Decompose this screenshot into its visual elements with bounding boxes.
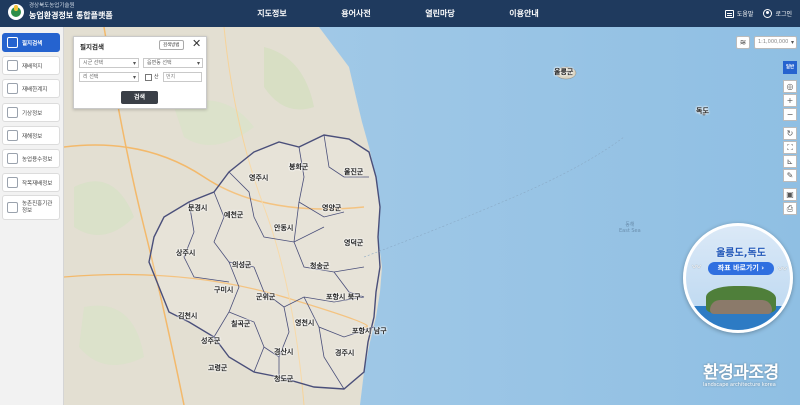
label-ulleung: 울릉군 [554, 68, 574, 76]
mountain-checkbox[interactable] [145, 74, 152, 81]
brand-subtitle: landscape architecture korea [703, 382, 776, 388]
sidebar-item-label: 재배한계지 [22, 86, 48, 93]
water-icon [7, 153, 18, 164]
brand-watermark: 환경과조경 [703, 363, 779, 383]
label-yeongyang: 영양군 [322, 204, 342, 212]
logo-icon [8, 4, 24, 20]
measure-icon[interactable]: ⊾ [783, 155, 797, 168]
sidebar-item-label: 작목재배정보 [22, 180, 53, 187]
ri-select[interactable]: 리 선택 [79, 72, 139, 82]
sidebar-item-limit-land[interactable]: 재배한계지 [2, 79, 60, 98]
print-icon[interactable]: ⎙ [783, 202, 797, 215]
agency-icon [7, 202, 18, 213]
sidebar-item-label: 농업용수정보 [22, 156, 53, 163]
label-sangju: 상주시 [176, 249, 196, 257]
jibun-input[interactable]: 번지 [163, 72, 202, 82]
sidebar-item-label: 필지검색 [22, 40, 43, 47]
target-icon[interactable]: ◎ [783, 80, 797, 93]
sidebar-item-agencies[interactable]: 농촌진흥기관 정보 [2, 195, 60, 220]
zoom-in-icon[interactable]: + [783, 94, 797, 107]
label-pohang-buk: 포항시 북구 [326, 293, 361, 301]
sidebar-item-label: 재배적지 [22, 63, 43, 70]
basemap-toggle[interactable]: 일반 [783, 61, 797, 74]
weather-icon [7, 107, 18, 118]
layers-icon[interactable]: ≋ [736, 36, 750, 49]
crop-icon [7, 177, 18, 188]
coordinate-shortcut-button[interactable]: 좌표 바로가기 › [708, 262, 774, 275]
label-cheongsong: 청송군 [310, 262, 330, 270]
limit-land-icon [7, 83, 18, 94]
label-gunwi: 군위군 [256, 293, 276, 301]
label-mungyeong: 문경시 [188, 204, 208, 212]
label-gimcheon: 김천시 [178, 312, 198, 320]
left-sidebar: 필지검색 재배적지 재배한계지 기상정보 재해정보 농업용수정보 작목재배정보 … [0, 27, 64, 405]
suitable-land-icon [7, 60, 18, 71]
label-uiseong: 의성군 [232, 261, 252, 269]
image-icon[interactable]: ▣ [783, 188, 797, 201]
sea-name-en: East Sea [619, 228, 641, 234]
sidebar-item-label: 기상정보 [22, 110, 43, 117]
logo-subtitle: 경상북도농업기술원 [29, 3, 75, 10]
seagull-icon: 〰 [778, 265, 788, 275]
platform-logo[interactable]: 경상북도농업기술원 농업환경정보 통합플랫폼 [8, 4, 113, 20]
zoom-out-icon[interactable]: − [783, 108, 797, 121]
label-goryeong: 고령군 [208, 364, 228, 372]
main-nav: 지도정보 용어사전 열린마당 이용안내 [230, 0, 566, 27]
label-gyeongsan: 경산시 [274, 348, 294, 356]
fullscreen-icon[interactable]: ⛶ [783, 141, 797, 154]
sidebar-item-label: 재해정보 [22, 133, 43, 140]
parcel-search-panel: 필지검색 검색방법 ✕ 시군 선택 읍면동 선택 리 선택 산 번지 검색 [73, 36, 207, 109]
label-seongju: 성주군 [201, 337, 221, 345]
label-yeongju: 영주시 [249, 174, 269, 182]
seagull-icon: 〰 [692, 263, 702, 273]
sidebar-item-suitable-land[interactable]: 재배적지 [2, 56, 60, 75]
sidebar-item-parcel-search[interactable]: 필지검색 [2, 33, 60, 52]
user-icon [763, 9, 773, 18]
label-cheongdo: 청도군 [274, 375, 294, 383]
help-icon [724, 9, 734, 18]
sidebar-item-crop[interactable]: 작목재배정보 [2, 173, 60, 192]
nav-open-forum[interactable]: 열린마당 [398, 0, 482, 27]
label-yeongcheon: 영천시 [295, 319, 315, 327]
eupmyeondong-select[interactable]: 읍면동 선택 [143, 58, 203, 68]
top-header: 경상북도농업기술원 농업환경정보 통합플랫폼 지도정보 용어사전 열린마당 이용… [0, 0, 800, 27]
draw-icon[interactable]: ✎ [783, 169, 797, 182]
ulleung-dokdo-promo[interactable]: 울릉도,독도 좌표 바로가기 › 〰 〰 [683, 223, 793, 333]
nav-usage-guide[interactable]: 이용안내 [482, 0, 566, 27]
label-yecheon: 예천군 [224, 211, 244, 219]
label-andong: 안동시 [274, 224, 294, 232]
label-uljin: 울진군 [344, 168, 364, 176]
label-dokdo: 독도 [696, 107, 709, 115]
search-guide-button[interactable]: 검색방법 [159, 40, 184, 50]
panel-title: 필지검색 [80, 43, 104, 51]
login-button[interactable]: 로그인 [763, 9, 792, 18]
label-gumi: 구미시 [214, 286, 234, 294]
parcel-search-icon [7, 37, 18, 48]
nav-glossary[interactable]: 용어사전 [314, 0, 398, 27]
label-bonghwa: 봉화군 [289, 163, 309, 171]
logo-title: 농업환경정보 통합플랫폼 [29, 10, 113, 20]
help-label: 도움말 [736, 11, 754, 18]
sidebar-item-label: 농촌진흥기관 정보 [22, 200, 53, 214]
nav-map-info[interactable]: 지도정보 [230, 0, 314, 27]
label-gyeongju: 경주시 [335, 349, 355, 357]
refresh-icon[interactable]: ↻ [783, 127, 797, 140]
login-label: 로그인 [775, 11, 792, 18]
sidebar-item-weather[interactable]: 기상정보 [2, 103, 60, 122]
promo-title: 울릉도,독도 [716, 248, 766, 259]
scale-select[interactable]: 1:1,000,000 [754, 36, 797, 49]
label-chilgok: 칠곡군 [231, 320, 251, 328]
label-sea: 동해 East Sea [619, 222, 641, 234]
sidebar-item-water[interactable]: 농업용수정보 [2, 149, 60, 168]
mountain-label: 산 [154, 74, 159, 80]
sigungu-select[interactable]: 시군 선택 [79, 58, 139, 68]
label-pohang-nam: 포항시 남구 [352, 327, 387, 335]
sidebar-item-disaster[interactable]: 재해정보 [2, 126, 60, 145]
close-icon[interactable]: ✕ [192, 38, 201, 49]
disaster-icon [7, 130, 18, 141]
island-illustration [706, 286, 776, 314]
search-button[interactable]: 검색 [121, 91, 158, 104]
label-yeongdeok: 영덕군 [344, 239, 364, 247]
help-button[interactable]: 도움말 [724, 9, 754, 18]
